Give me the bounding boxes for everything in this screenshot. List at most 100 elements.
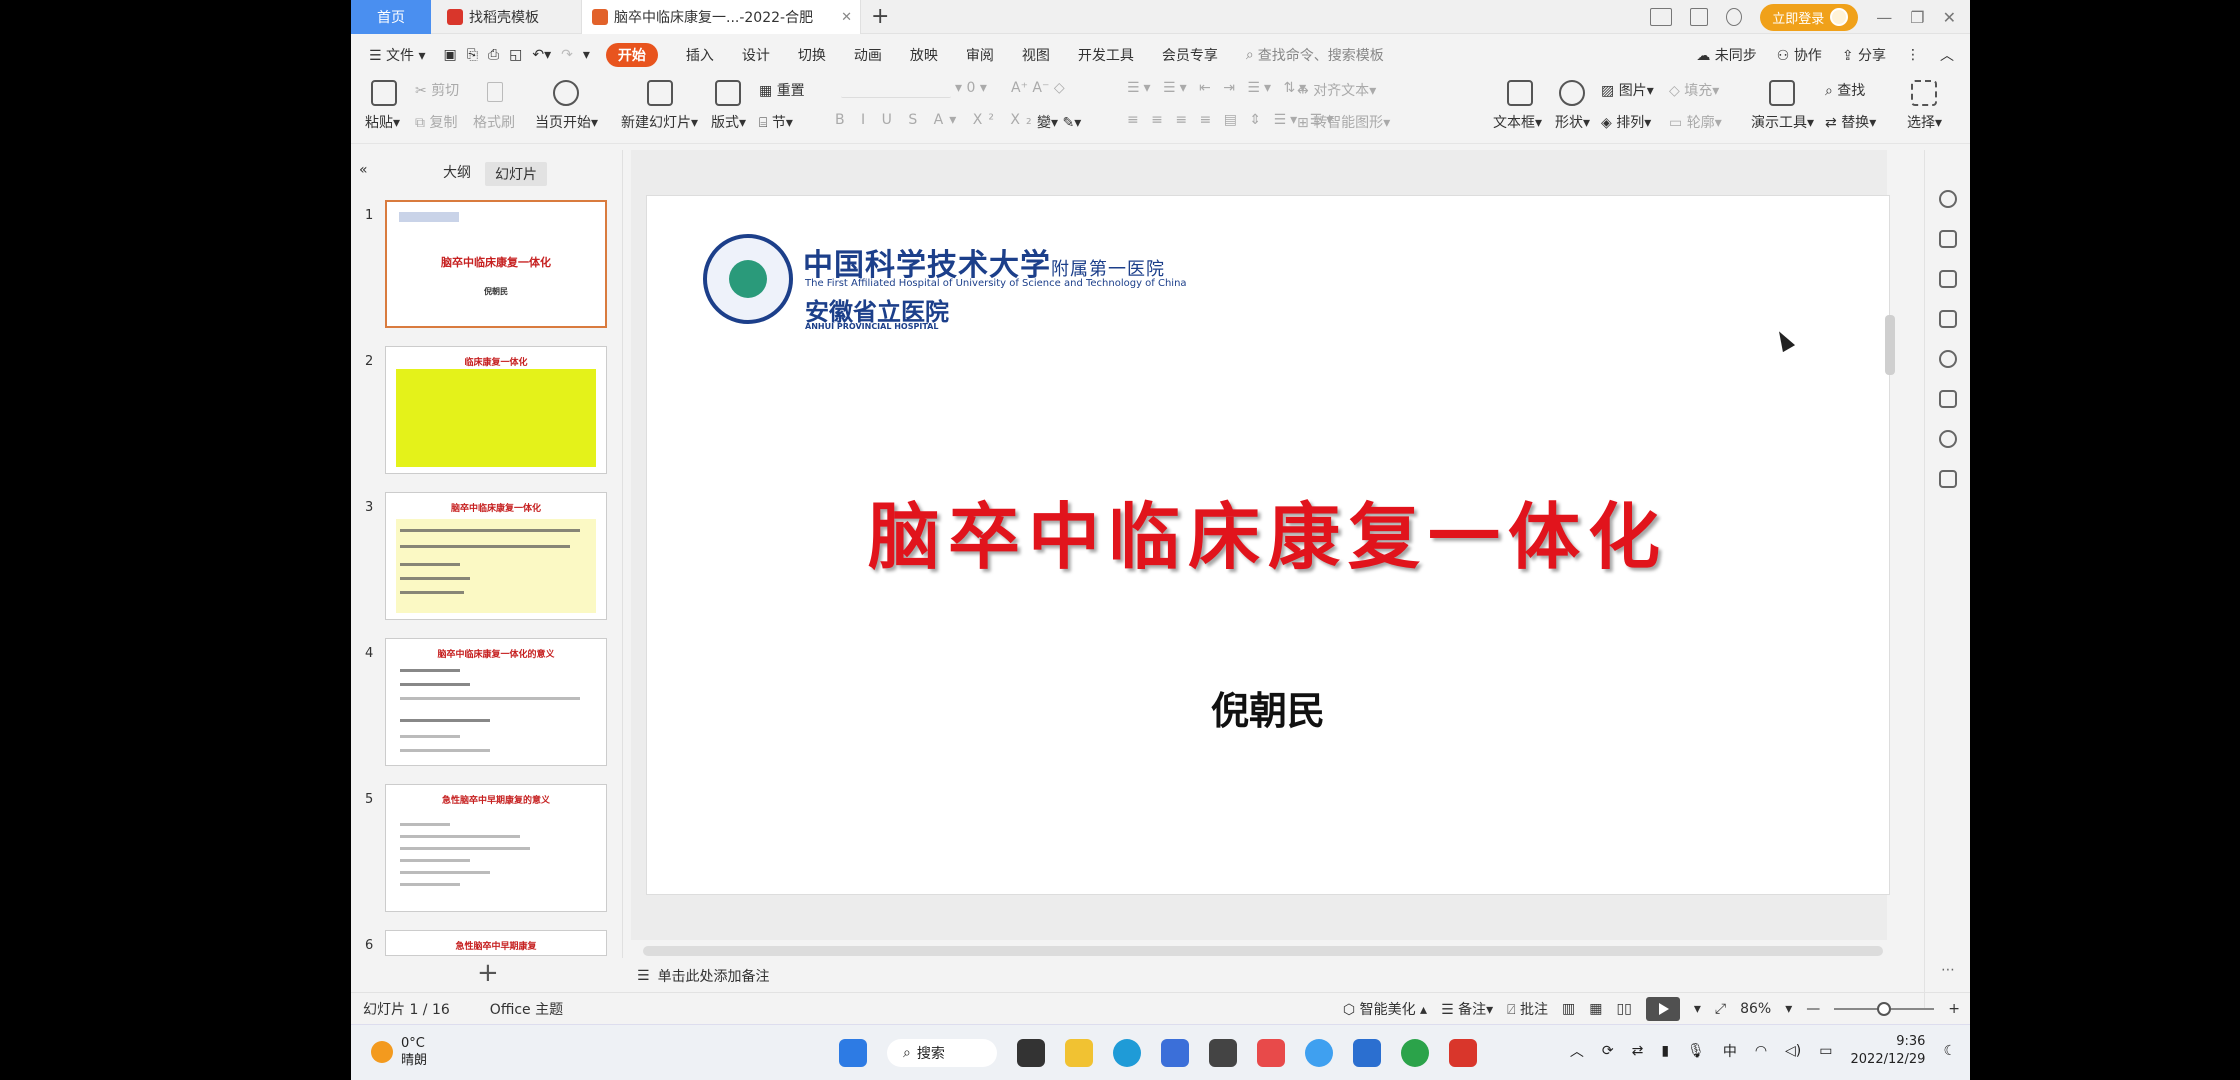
new-slide-button[interactable]: 新建幻灯片▾ [621,112,698,132]
current-slide[interactable]: 中国科学技术大学附属第一医院 The First Affiliated Hosp… [646,195,1890,895]
play-from-current-button[interactable]: 当页开始▾ [535,112,598,132]
fit-window-icon[interactable]: ⤢ [1715,1001,1726,1017]
share-button[interactable]: ⇪ 分享 [1842,45,1886,65]
book-icon[interactable] [1939,470,1957,488]
replace-button[interactable]: ⇄ 替换▾ [1825,112,1876,132]
menu-tab-1[interactable]: 插入 [686,45,714,65]
slide-thumbnail-4[interactable]: 脑卒中临床康复一体化的意义 [385,638,607,766]
slide-thumbnail-6[interactable]: 急性脑卒中早期康复 [385,930,607,956]
tray-transfer-icon[interactable]: ⇄ [1632,1043,1644,1059]
format-painter-button[interactable]: 格式刷 [473,112,515,132]
close-tab-icon[interactable]: ✕ [841,10,852,25]
login-button[interactable]: 立即登录 [1760,3,1859,31]
minimize-button[interactable]: — [1876,8,1892,27]
weather-widget[interactable]: 0°C 晴朗 [371,1035,427,1069]
shape-button[interactable]: 形状▾ [1555,112,1590,132]
file-explorer-icon[interactable] [1065,1039,1093,1067]
menu-tab-2[interactable]: 设计 [742,45,770,65]
sliders-icon[interactable] [1939,230,1957,248]
save-icon[interactable]: ▣ [444,47,457,63]
find-button[interactable]: ⌕ 查找 [1825,80,1865,100]
zoom-in-button[interactable]: + [1948,1001,1960,1017]
select-button[interactable]: 选择▾ [1907,112,1942,132]
theme-name[interactable]: Office 主题 [490,999,563,1019]
menu-tab-7[interactable]: 视图 [1022,45,1050,65]
horizontal-scrollbar[interactable] [643,946,1883,956]
menu-tab-4[interactable]: 动画 [854,45,882,65]
media-app-icon[interactable] [1209,1039,1237,1067]
more-menu-icon[interactable]: ⋮ [1906,47,1920,63]
collab-button[interactable]: ⚇ 协作 [1777,45,1822,65]
vertical-scrollbar[interactable] [1885,315,1895,375]
present-tools-icon[interactable] [1769,80,1795,106]
menu-tab-9[interactable]: 会员专享 [1162,45,1218,65]
export-icon[interactable]: ⎘ [467,47,478,63]
font-name-select[interactable] [841,84,951,98]
slide-thumbnail-3[interactable]: 脑卒中临床康复一体化 [385,492,607,620]
wifi-icon[interactable]: ◠ [1755,1043,1767,1059]
menu-tab-8[interactable]: 开发工具 [1078,45,1134,65]
slideshow-options-icon[interactable]: ▾ [1694,1001,1701,1017]
slide-thumbnail-1[interactable]: 脑卒中临床康复一体化 倪朝民 [385,200,607,328]
cloud-app-icon[interactable] [1305,1039,1333,1067]
redo-icon[interactable]: ↷ [561,47,573,63]
play-from-current-icon[interactable] [553,80,579,106]
new-tab-button[interactable]: + [871,4,889,29]
notes-button[interactable]: ☰ 备注▾ [1441,999,1493,1019]
layout-icon[interactable] [1650,8,1673,26]
textbox-icon[interactable] [1507,80,1533,106]
zoom-level[interactable]: 86% [1740,1001,1771,1017]
wechat-icon[interactable] [1401,1039,1429,1067]
reset-button[interactable]: ▦ 重置 [759,80,805,100]
apps-grid-icon[interactable] [1690,8,1709,26]
slide-author[interactable]: 倪朝民 [647,680,1889,735]
textbox-button[interactable]: 文本框▾ [1493,112,1542,132]
volume-icon[interactable]: ◁) [1785,1043,1801,1059]
notification-icon[interactable]: ☾ [1943,1043,1956,1059]
copy-button[interactable]: ⧉ 复制 [415,112,457,132]
add-slide-button[interactable]: + [477,958,499,988]
slide-title[interactable]: 脑卒中临床康复一体化 [647,478,1889,583]
zoom-out-button[interactable]: — [1806,1001,1820,1017]
slide-thumbnail-5[interactable]: 急性脑卒中早期康复的意义 [385,784,607,912]
tray-sync-icon[interactable]: ⟳ [1602,1043,1614,1059]
star-icon[interactable] [1939,270,1957,288]
tab-document[interactable]: 脑卒中临床康复一...-2022-合肥 ✕ [581,0,861,34]
reading-view-icon[interactable]: ▯▯ [1616,1001,1631,1017]
comment-button[interactable]: ⍁ 批注 [1507,999,1548,1019]
shape-icon[interactable] [1559,80,1585,106]
task-view-icon[interactable] [1017,1039,1045,1067]
location-icon[interactable] [1939,430,1957,448]
file-menu[interactable]: ☰ 文件 ▾ [369,45,426,65]
font-size-select[interactable]: ▾ 0 ▾ [955,80,987,96]
menu-tab-0[interactable]: 开始 [605,43,658,67]
menu-tab-6[interactable]: 审阅 [966,45,994,65]
skin-icon[interactable] [1726,8,1743,26]
smart-beautify-button[interactable]: ⬡ 智能美化 ▴ [1343,999,1427,1019]
store-icon[interactable] [1161,1039,1189,1067]
list-buttons[interactable]: ☰▾ ☰▾ ⇤ ⇥ ☰▾ ⇅▾ [1127,80,1310,96]
menu-tab-5[interactable]: 放映 [910,45,938,65]
smart-graphic-button[interactable]: ⊞ 转智能图形▾ [1297,112,1390,132]
sorter-view-icon[interactable]: ▦ [1589,1001,1602,1017]
normal-view-icon[interactable]: ▥ [1562,1001,1575,1017]
fill-button[interactable]: ◇ 填充▾ [1669,80,1719,100]
arrange-button[interactable]: ◈ 排列▾ [1601,112,1651,132]
edge-browser-icon[interactable] [1113,1039,1141,1067]
paste-icon[interactable] [371,80,397,106]
battery-icon[interactable]: ▭ [1819,1043,1832,1059]
ime-indicator[interactable]: 中 [1723,1041,1737,1061]
menu-tab-3[interactable]: 切换 [798,45,826,65]
outline-button[interactable]: ▭ 轮廓▾ [1669,112,1722,132]
photos-app-icon[interactable] [1353,1039,1381,1067]
windows-start-icon[interactable] [839,1039,867,1067]
animation-icon[interactable] [1939,390,1957,408]
picture-button[interactable]: ▨ 图片▾ [1601,80,1654,100]
help-icon[interactable] [1939,350,1957,368]
collapse-ribbon-icon[interactable]: ︿ [1940,45,1954,65]
wps-taskbar-icon[interactable] [1449,1039,1477,1067]
cut-button[interactable]: ✂ 剪切 [415,80,459,100]
more-icon[interactable]: ⋯ [1941,962,1955,978]
align-text-button[interactable]: ⇹ 对齐文本▾ [1297,80,1376,100]
tab-outline[interactable]: 大纲 [443,162,471,182]
